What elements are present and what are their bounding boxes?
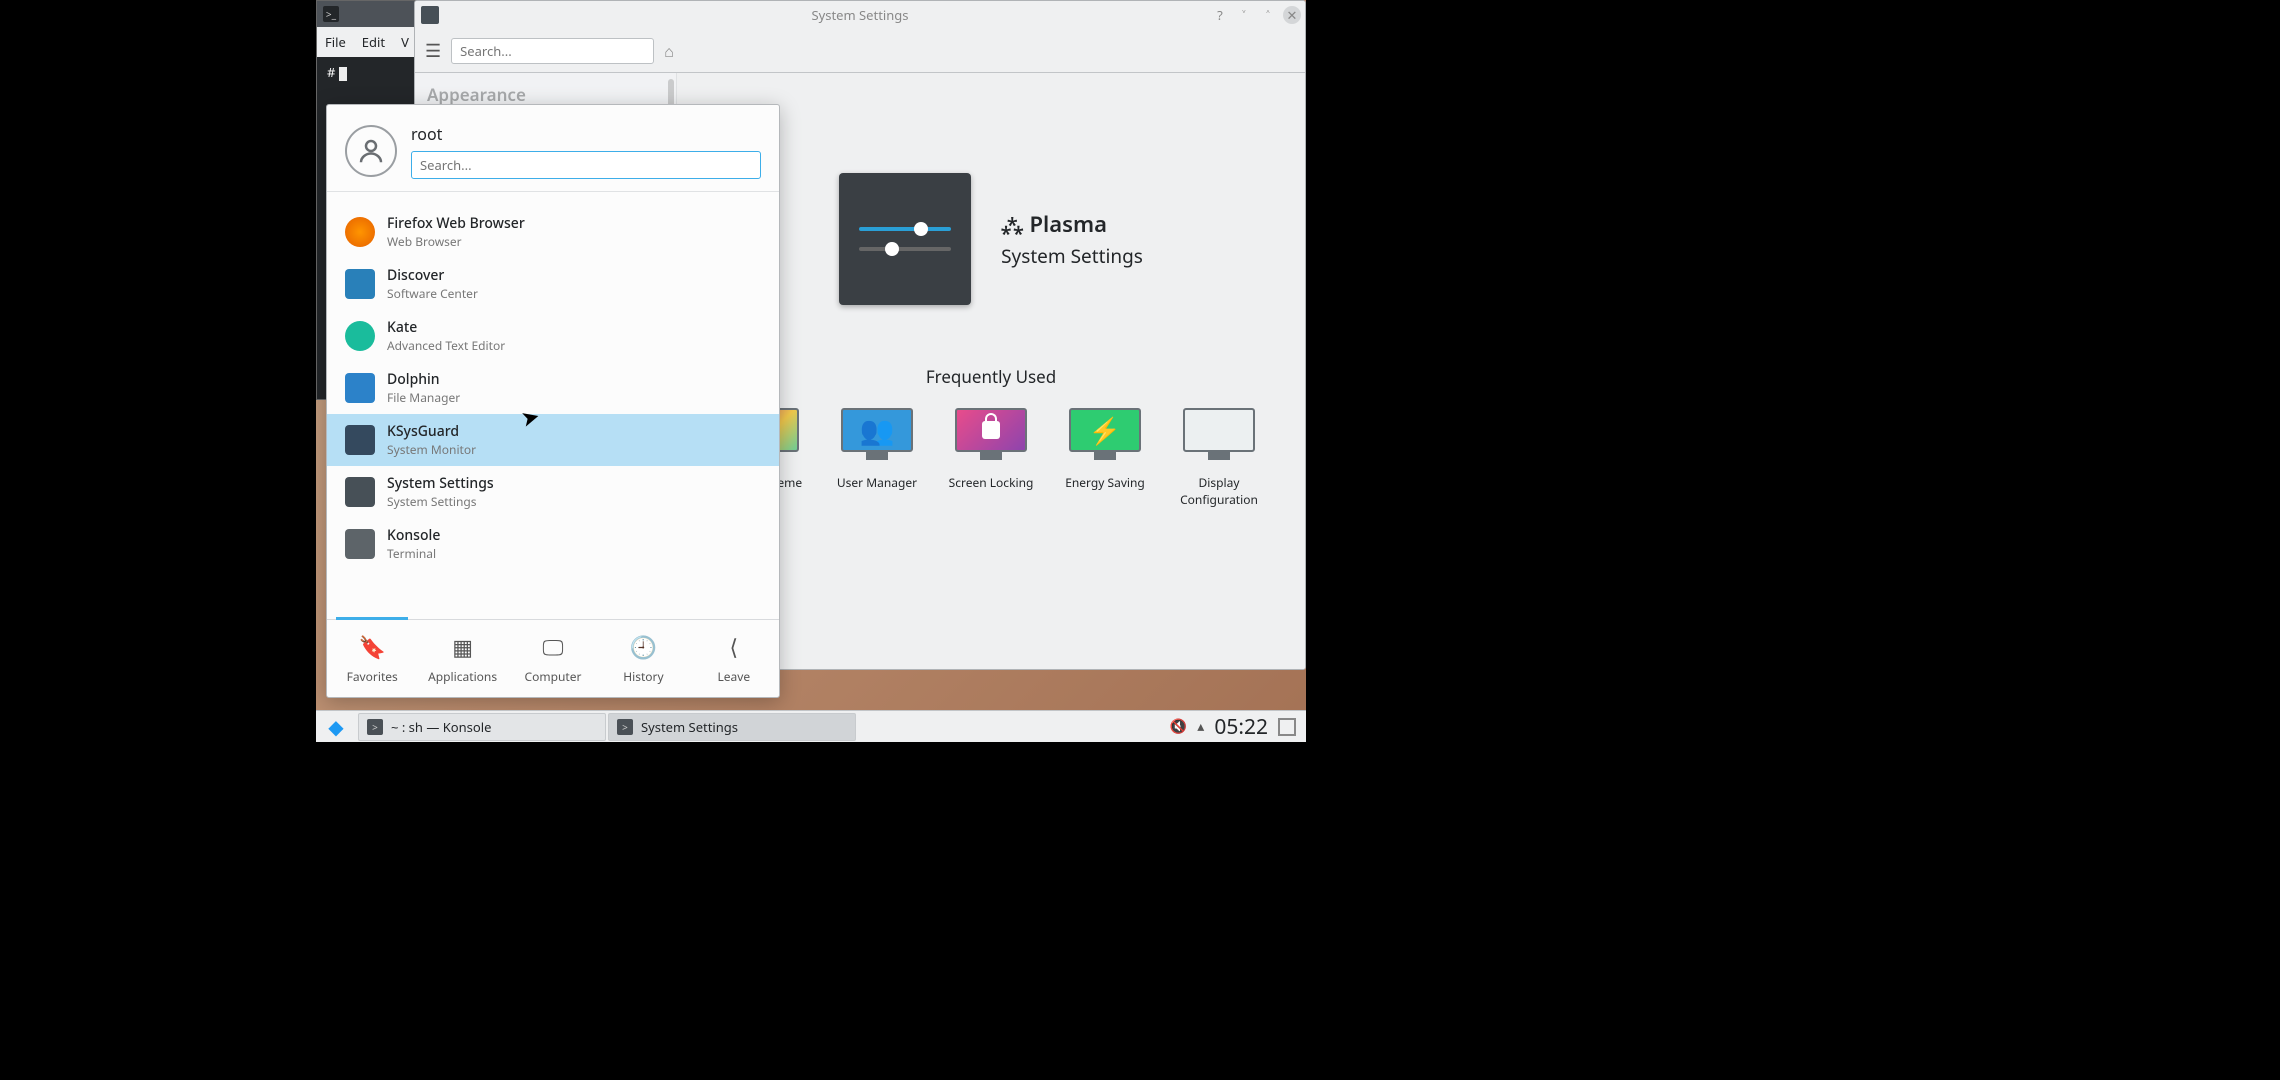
settings-toolbar: ☰ ⌂ [415, 29, 1305, 73]
plasma-hero-tile [839, 173, 971, 305]
tray-expand-icon[interactable]: ▴ [1197, 717, 1204, 736]
home-icon[interactable]: ⌂ [664, 40, 674, 62]
freq-used-header: Frequently Used [719, 365, 1263, 388]
app-icon [345, 321, 375, 351]
app-icon [345, 217, 375, 247]
tab-icon: 🖵 [542, 632, 563, 662]
app-item-firefox-web-browser[interactable]: Firefox Web BrowserWeb Browser [327, 206, 779, 258]
show-desktop-button[interactable] [1278, 718, 1296, 736]
freq-item-display-configuration[interactable]: Display Configuration [1175, 408, 1263, 508]
user-avatar[interactable] [345, 125, 397, 177]
app-icon [345, 373, 375, 403]
taskbar-task[interactable]: >System Settings [608, 713, 856, 741]
terminal-prompt: # [327, 63, 339, 81]
task-icon: > [617, 719, 633, 735]
app-launcher-button[interactable]: ◆ [316, 711, 356, 743]
kde-logo-icon: ◆ [328, 713, 343, 740]
settings-title-icon [421, 6, 439, 24]
launcher-search-input[interactable] [411, 151, 761, 179]
favorites-list: Firefox Web BrowserWeb Browser DiscoverS… [327, 192, 779, 619]
system-tray: 🔇 ▴ 05:22 [1170, 713, 1306, 741]
freq-item-user-manager[interactable]: 👥User Manager [833, 408, 921, 508]
settings-title: System Settings [811, 6, 908, 24]
terminal-cursor [339, 67, 347, 81]
plasma-title: ⁂Plasma [1001, 209, 1143, 239]
app-icon [345, 529, 375, 559]
launcher-tab-leave[interactable]: ⟨Leave [689, 620, 779, 697]
hamburger-icon[interactable]: ☰ [425, 39, 441, 63]
launcher-tab-history[interactable]: 🕘History [598, 620, 688, 697]
app-icon [345, 425, 375, 455]
app-item-dolphin[interactable]: DolphinFile Manager [327, 362, 779, 414]
terminal-icon: >_ [323, 6, 339, 22]
clock[interactable]: 05:22 [1214, 713, 1268, 741]
plasma-logo-icon: ⁂ [1001, 211, 1023, 238]
help-button[interactable]: ? [1211, 6, 1229, 24]
tab-icon: 🔖 [359, 632, 386, 662]
tab-icon: ⟨ [730, 632, 739, 662]
volume-muted-icon[interactable]: 🔇 [1170, 717, 1187, 736]
application-launcher[interactable]: root Firefox Web BrowserWeb Browser Disc… [326, 104, 780, 698]
tab-icon: 🕘 [630, 632, 657, 662]
taskbar-task[interactable]: >~ : sh — Konsole [358, 713, 606, 741]
minimize-button[interactable]: ˅ [1235, 6, 1253, 24]
close-button[interactable]: ✕ [1283, 6, 1301, 24]
launcher-tab-computer[interactable]: 🖵Computer [508, 620, 598, 697]
app-item-discover[interactable]: DiscoverSoftware Center [327, 258, 779, 310]
taskbar[interactable]: ◆ >~ : sh — Konsole>System Settings 🔇 ▴ … [316, 710, 1306, 742]
app-icon [345, 269, 375, 299]
app-item-kate[interactable]: KateAdvanced Text Editor [327, 310, 779, 362]
launcher-tabs: 🔖Favorites▦Applications🖵Computer🕘History… [327, 619, 779, 697]
launcher-tab-applications[interactable]: ▦Applications [417, 620, 507, 697]
menu-edit[interactable]: Edit [362, 33, 385, 51]
app-item-system-settings[interactable]: System SettingsSystem Settings [327, 466, 779, 518]
launcher-tab-favorites[interactable]: 🔖Favorites [327, 620, 417, 697]
freq-item-energy-saving[interactable]: ⚡Energy Saving [1061, 408, 1149, 508]
username-label: root [411, 123, 761, 145]
menu-view[interactable]: V [401, 33, 409, 51]
maximize-button[interactable]: ˄ [1259, 6, 1277, 24]
menu-file[interactable]: File [325, 33, 346, 51]
tab-icon: ▦ [452, 632, 473, 662]
settings-titlebar[interactable]: System Settings ? ˅ ˄ ✕ [415, 1, 1305, 29]
app-icon [345, 477, 375, 507]
app-item-ksysguard[interactable]: KSysGuardSystem Monitor [327, 414, 779, 466]
freq-item-screen-locking[interactable]: Screen Locking [947, 408, 1035, 508]
app-item-konsole[interactable]: KonsoleTerminal [327, 518, 779, 570]
task-icon: > [367, 719, 383, 735]
settings-search-input[interactable] [451, 38, 654, 64]
plasma-subtitle: System Settings [1001, 243, 1143, 269]
